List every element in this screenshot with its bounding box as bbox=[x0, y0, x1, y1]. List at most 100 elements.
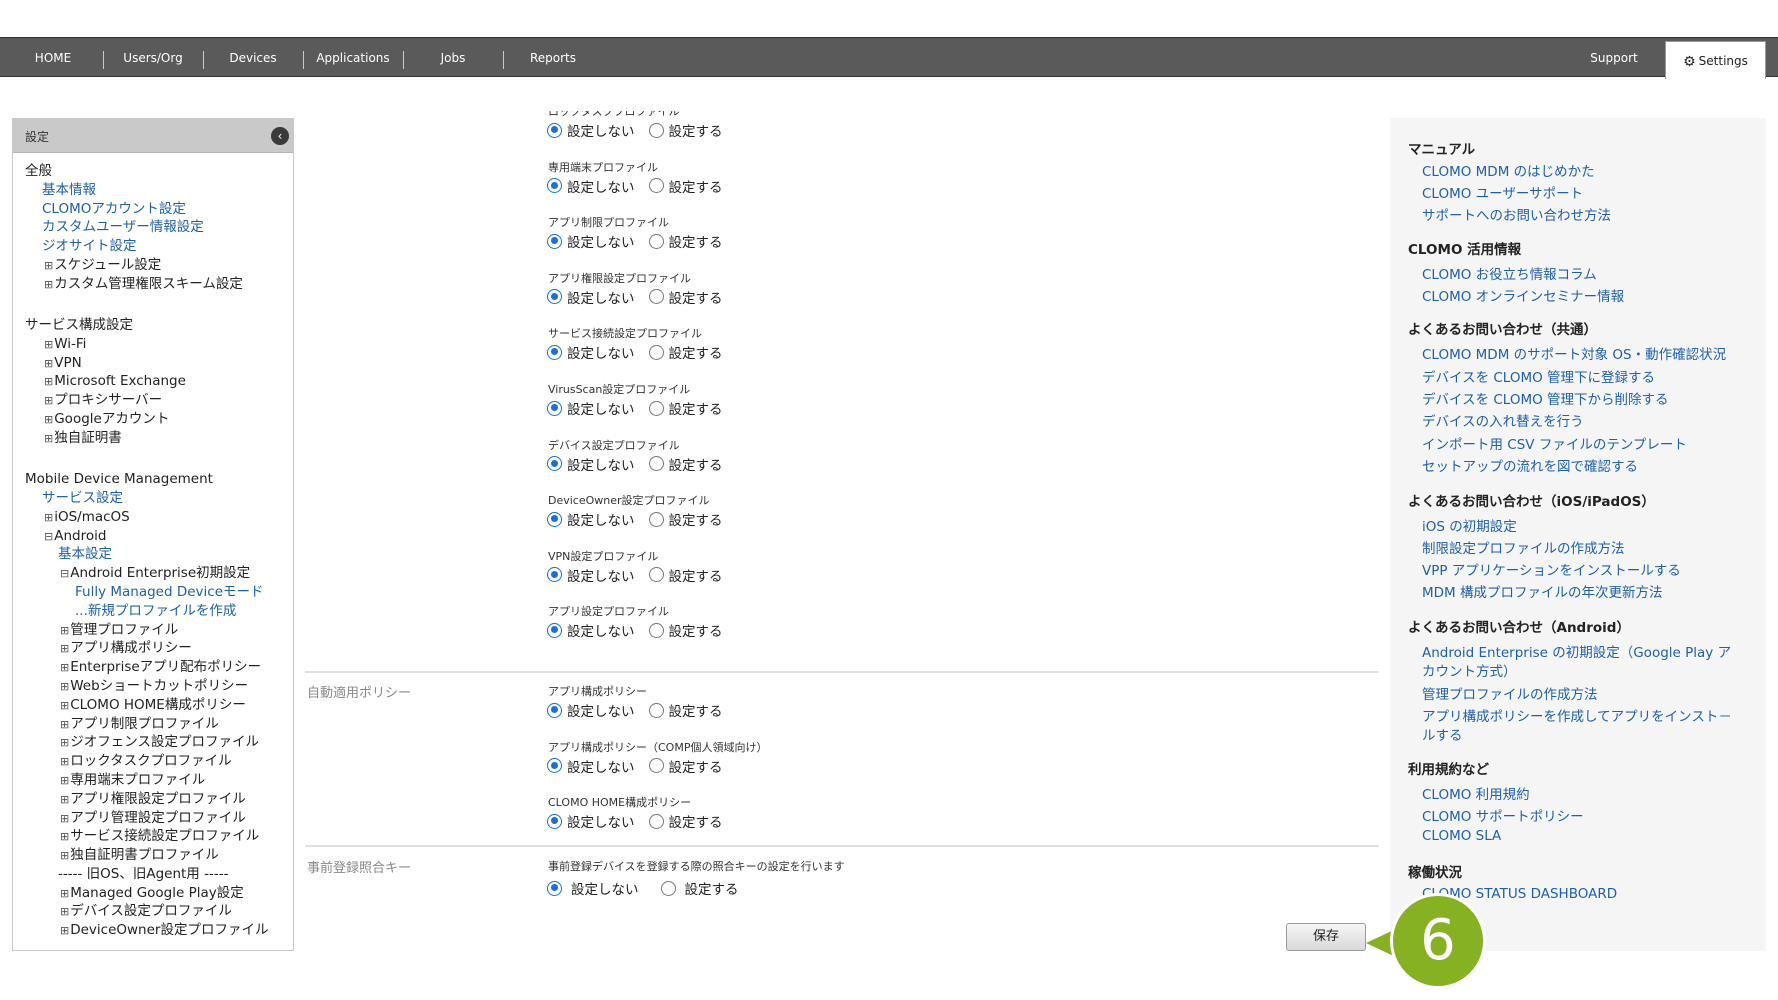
pre-registration-on-radio[interactable] bbox=[660, 880, 676, 896]
option-off-radio[interactable] bbox=[547, 456, 562, 472]
option-on-radio[interactable] bbox=[648, 567, 664, 583]
rp-link[interactable]: VPP アプリケーションをインストールする bbox=[1422, 559, 1681, 579]
nav-applications[interactable]: Applications bbox=[310, 38, 396, 78]
rp-link[interactable]: 制限設定プロファイルの作成方法 bbox=[1422, 537, 1625, 557]
nav-users-org[interactable]: Users/Org bbox=[110, 38, 196, 78]
radio-label: 設定しない bbox=[567, 624, 635, 641]
tree-item-wifi[interactable]: ⊞Wi-Fi bbox=[13, 335, 293, 354]
rp-link[interactable]: インポート用 CSV ファイルのテンプレート bbox=[1422, 433, 1687, 453]
rp-link[interactable]: CLOMO サポートポリシー bbox=[1422, 805, 1584, 825]
rp-link[interactable]: CLOMO ユーザーサポート bbox=[1422, 182, 1583, 202]
tree-item-vpn[interactable]: ⊞VPN bbox=[13, 354, 293, 373]
option-on-radio[interactable] bbox=[648, 122, 664, 138]
tree-link-new-profile[interactable]: ...新規プロファイルを作成 bbox=[13, 602, 293, 621]
option-off-radio[interactable] bbox=[547, 400, 562, 416]
tree-item-android-profile[interactable]: ⊞サービス接続設定プロファイル bbox=[13, 827, 293, 846]
nav-settings-tab[interactable]: ⚙ Settings bbox=[1665, 41, 1766, 79]
radio-label: 設定する bbox=[668, 568, 723, 585]
tree-item-certificate[interactable]: ⊞独自証明書 bbox=[13, 429, 293, 448]
tree-item-android-profile[interactable]: ⊞CLOMO HOME構成ポリシー bbox=[13, 696, 293, 715]
tree-item-ios-macos[interactable]: ⊞iOS/macOS bbox=[13, 508, 293, 527]
tree-link-fully-managed[interactable]: Fully Managed Deviceモード bbox=[13, 583, 293, 602]
tree-item-google-account[interactable]: ⊞Googleアカウント bbox=[13, 410, 293, 429]
option-on-radio[interactable] bbox=[648, 344, 664, 360]
option-on-radio[interactable] bbox=[648, 178, 664, 194]
tree-item-ae-init[interactable]: ⊟Android Enterprise初期設定 bbox=[13, 564, 293, 583]
tree-item-android-profile[interactable]: ⊞専用端末プロファイル bbox=[13, 771, 293, 790]
option-on-radio[interactable] bbox=[648, 622, 664, 638]
rp-link[interactable]: カウント方式） bbox=[1422, 660, 1517, 680]
option-on-radio[interactable] bbox=[648, 511, 664, 527]
pre-registration-off-radio[interactable] bbox=[547, 880, 562, 896]
nav-devices[interactable]: Devices bbox=[210, 38, 296, 78]
expand-plus-icon: ⊞ bbox=[44, 375, 54, 389]
rp-link[interactable]: デバイスを CLOMO 管理下に登録する bbox=[1422, 366, 1655, 386]
option-off-radio[interactable] bbox=[547, 511, 562, 527]
option-on-radio[interactable] bbox=[648, 233, 664, 249]
rp-link[interactable]: CLOMO MDM のサポート対象 OS・動作確認状況 bbox=[1422, 343, 1726, 363]
nav-support[interactable]: Support bbox=[1580, 38, 1648, 78]
option-off-radio[interactable] bbox=[547, 178, 562, 194]
tree-item-legacy[interactable]: ⊞Managed Google Play設定 bbox=[13, 884, 293, 903]
rp-link[interactable]: サポートへのお問い合わせ方法 bbox=[1422, 204, 1611, 224]
option-on-radio[interactable] bbox=[648, 456, 664, 472]
save-button[interactable]: 保存 bbox=[1286, 923, 1366, 951]
tree-item-exchange[interactable]: ⊞Microsoft Exchange bbox=[13, 372, 293, 391]
option-off-radio[interactable] bbox=[547, 702, 562, 718]
tree-item-android-profile[interactable]: ⊞アプリ制限プロファイル bbox=[13, 715, 293, 734]
rp-link[interactable]: CLOMO SLA bbox=[1422, 828, 1501, 844]
tree-link-android-basic[interactable]: 基本設定 bbox=[13, 545, 293, 564]
option-on-radio[interactable] bbox=[648, 289, 664, 305]
tree-link-clomo-account[interactable]: CLOMOアカウント設定 bbox=[13, 200, 293, 219]
tree-item-legacy[interactable]: ⊞デバイス設定プロファイル bbox=[13, 902, 293, 921]
rp-link[interactable]: Android Enterprise の初期設定（Google Play ア bbox=[1422, 641, 1731, 661]
tree-item-android-profile[interactable]: ⊞アプリ権限設定プロファイル bbox=[13, 790, 293, 809]
rp-link[interactable]: ルする bbox=[1422, 724, 1463, 744]
tree-item-android-profile[interactable]: ⊞ロックタスクプロファイル bbox=[13, 752, 293, 771]
tree-item-android[interactable]: ⊟Android bbox=[13, 527, 293, 546]
tree-item-custom-permission[interactable]: ⊞カスタム管理権限スキーム設定 bbox=[13, 275, 293, 294]
tree-item-legacy[interactable]: ⊞DeviceOwner設定プロファイル bbox=[13, 921, 293, 940]
tree-item-android-profile[interactable]: ⊞アプリ管理設定プロファイル bbox=[13, 809, 293, 828]
rp-link[interactable]: アプリ構成ポリシーを作成してアプリをインスト－ bbox=[1422, 705, 1732, 725]
rp-link[interactable]: CLOMO お役立ち情報コラム bbox=[1422, 263, 1597, 283]
nav-home[interactable]: HOME bbox=[14, 38, 92, 78]
collapse-sidebar-icon[interactable]: ‹ bbox=[271, 127, 289, 145]
tree-link-geosite[interactable]: ジオサイト設定 bbox=[13, 237, 293, 256]
option-off-radio[interactable] bbox=[547, 567, 562, 583]
option-off-radio[interactable] bbox=[547, 758, 562, 774]
tree-item-proxy[interactable]: ⊞プロキシサーバー bbox=[13, 391, 293, 410]
rp-link[interactable]: 管理プロファイルの作成方法 bbox=[1422, 683, 1598, 703]
rp-link[interactable]: デバイスの入れ替えを行う bbox=[1422, 410, 1584, 430]
radio-group: 設定しない 設定する bbox=[547, 231, 737, 251]
tree-item-android-profile[interactable]: ⊞独自証明書プロファイル bbox=[13, 846, 293, 865]
rp-link[interactable]: MDM 構成プロファイルの年次更新方法 bbox=[1422, 581, 1662, 601]
option-on-radio[interactable] bbox=[648, 702, 664, 718]
option-off-radio[interactable] bbox=[547, 122, 562, 138]
nav-reports[interactable]: Reports bbox=[510, 38, 596, 78]
option-off-radio[interactable] bbox=[547, 233, 562, 249]
rp-link[interactable]: セットアップの流れを図で確認する bbox=[1422, 455, 1638, 475]
tree-item-android-profile[interactable]: ⊞アプリ構成ポリシー bbox=[13, 639, 293, 658]
tree-item-android-profile[interactable]: ⊞Enterpriseアプリ配布ポリシー bbox=[13, 658, 293, 677]
option-off-radio[interactable] bbox=[547, 622, 562, 638]
tree-link-custom-user-info[interactable]: カスタムユーザー情報設定 bbox=[13, 218, 293, 237]
tree-item-android-profile[interactable]: ⊞Webショートカットポリシー bbox=[13, 677, 293, 696]
nav-jobs[interactable]: Jobs bbox=[410, 38, 496, 78]
tree-item-android-profile[interactable]: ⊞ジオフェンス設定プロファイル bbox=[13, 733, 293, 752]
rp-link[interactable]: CLOMO MDM のはじめかた bbox=[1422, 160, 1595, 180]
option-off-radio[interactable] bbox=[547, 813, 562, 829]
option-on-radio[interactable] bbox=[648, 813, 664, 829]
tree-link-basic-info[interactable]: 基本情報 bbox=[13, 181, 293, 200]
tree-item-android-profile[interactable]: ⊞管理プロファイル bbox=[13, 621, 293, 640]
option-off-radio[interactable] bbox=[547, 344, 562, 360]
rp-link[interactable]: デバイスを CLOMO 管理下から削除する bbox=[1422, 388, 1669, 408]
rp-link[interactable]: CLOMO オンラインセミナー情報 bbox=[1422, 285, 1624, 305]
option-on-radio[interactable] bbox=[648, 758, 664, 774]
tree-link-service-settings[interactable]: サービス設定 bbox=[13, 489, 293, 508]
tree-item-schedule[interactable]: ⊞スケジュール設定 bbox=[13, 256, 293, 275]
option-on-radio[interactable] bbox=[648, 400, 664, 416]
rp-link[interactable]: iOS の初期設定 bbox=[1422, 515, 1517, 535]
option-off-radio[interactable] bbox=[547, 289, 562, 305]
rp-link[interactable]: CLOMO 利用規約 bbox=[1422, 783, 1530, 803]
